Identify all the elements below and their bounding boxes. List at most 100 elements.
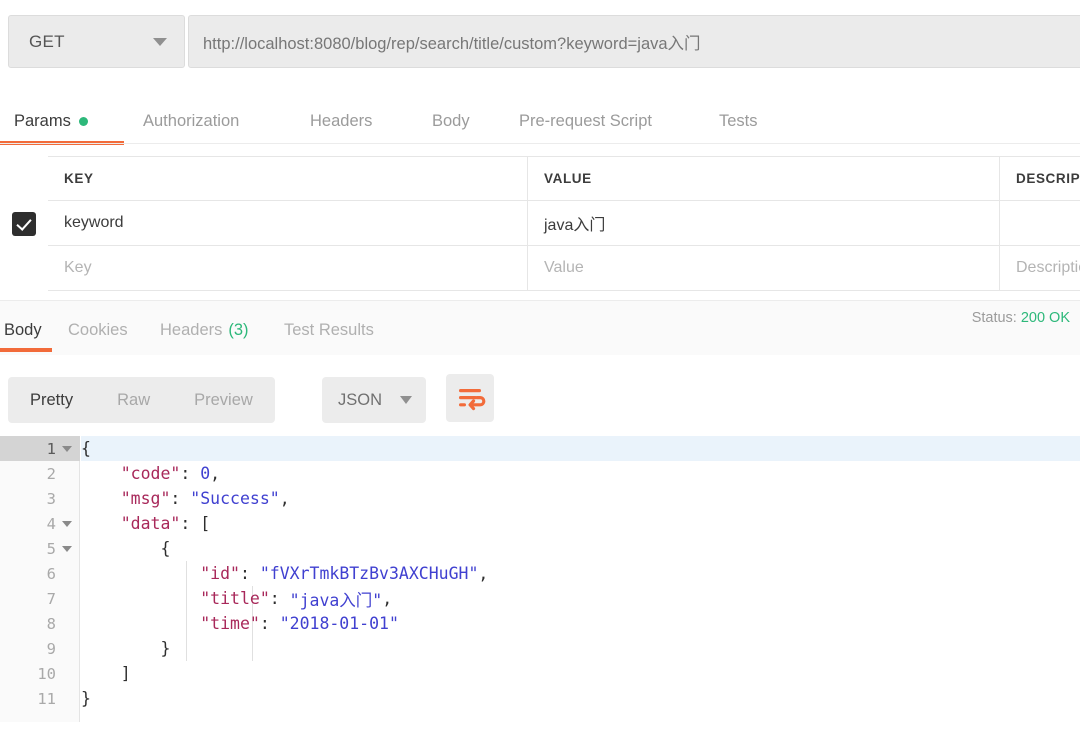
response-tab-cookies[interactable]: Cookies [68, 315, 128, 345]
chevron-down-icon [153, 38, 167, 46]
json-token-str: "Success" [190, 489, 279, 508]
param-value-input-empty[interactable]: Value [528, 246, 1000, 291]
request-url-text: http://localhost:8080/blog/rep/search/ti… [203, 30, 701, 54]
line-number: 6 [0, 561, 80, 586]
params-empty-checkbox-cell [0, 246, 48, 291]
param-key-input-empty[interactable]: Key [48, 246, 528, 291]
fold-toggle-icon[interactable] [60, 546, 74, 552]
status-code: 200 OK [1021, 310, 1070, 326]
table-row: Key Value Description [0, 246, 1080, 291]
response-tab-label: Headers [160, 321, 222, 340]
param-description-input-empty[interactable]: Description [1000, 246, 1080, 291]
code-line: ] [81, 661, 1080, 686]
tab-authorization[interactable]: Authorization [143, 98, 239, 144]
fold-toggle-icon[interactable] [60, 521, 74, 527]
response-language-dropdown[interactable]: JSON [322, 377, 426, 423]
line-number-value: 5 [47, 540, 56, 558]
request-tab-label: Body [432, 112, 470, 131]
json-token-key: "time" [200, 614, 260, 633]
request-tab-label: Params [14, 112, 71, 131]
response-tab-body[interactable]: Body [4, 315, 42, 345]
response-body-viewer[interactable]: 1 2 3 4 5 6 7 8 9 10 11 { "code": 0, "msg": "Succe… [0, 436, 1080, 731]
json-token-pun: { [81, 539, 170, 558]
tab-pre-request-script[interactable]: Pre-request Script [519, 98, 652, 144]
params-row-checkbox-cell [0, 201, 48, 246]
tab-tests[interactable]: Tests [719, 98, 758, 144]
fold-toggle-icon[interactable] [60, 446, 74, 452]
json-token-pun: : [270, 589, 290, 608]
code-line: "data": [ [81, 511, 1080, 536]
http-method-dropdown[interactable]: GET [8, 15, 185, 68]
json-token-pun: , [478, 564, 488, 583]
param-enabled-checkbox[interactable] [12, 212, 36, 236]
line-number-value: 7 [47, 590, 56, 608]
json-token-key: "id" [200, 564, 240, 583]
json-token-pun: : [240, 564, 260, 583]
table-row: keyword java入门 [0, 201, 1080, 246]
tab-params[interactable]: Params [14, 98, 88, 144]
unsaved-changes-dot-icon [79, 117, 88, 126]
view-mode-raw[interactable]: Raw [95, 377, 172, 423]
line-number: 11 [0, 686, 80, 711]
view-mode-preview[interactable]: Preview [172, 377, 275, 423]
param-description-input[interactable] [1000, 201, 1080, 246]
request-url-bar: GET http://localhost:8080/blog/rep/searc… [0, 0, 1080, 85]
response-view-mode-group: PrettyRawPreview [8, 377, 275, 423]
json-token-key: "data" [121, 514, 181, 533]
line-number: 4 [0, 511, 80, 536]
request-url-input[interactable]: http://localhost:8080/blog/rep/search/ti… [188, 15, 1080, 68]
json-token-pun: } [81, 639, 170, 658]
json-token-pun: , [210, 464, 220, 483]
code-line: "id": "fVXrTmkBTzBv3AXCHuGH", [81, 561, 1080, 586]
json-token-pun [81, 564, 200, 583]
line-number: 9 [0, 636, 80, 661]
line-number: 2 [0, 461, 80, 486]
json-token-pun: : [260, 614, 280, 633]
json-token-pun: : [ [180, 514, 210, 533]
json-token-pun: : [170, 489, 190, 508]
param-value-input[interactable]: java入门 [528, 201, 1000, 246]
line-number: 10 [0, 661, 80, 686]
request-tab-bar: Params Authorization Headers Body Pre-reques… [0, 98, 1080, 144]
word-wrap-button[interactable] [446, 374, 494, 422]
json-token-pun [81, 489, 121, 508]
line-number-value: 2 [47, 465, 56, 483]
params-header-row: KEY VALUE DESCRIPTION [0, 156, 1080, 201]
params-header-key: KEY [48, 156, 528, 201]
code-line: "code": 0, [81, 461, 1080, 486]
response-tab-headers[interactable]: Headers(3) [160, 315, 249, 345]
line-number-value: 9 [47, 640, 56, 658]
response-active-tab-indicator [0, 348, 52, 352]
query-params-table: KEY VALUE DESCRIPTION keyword java入门 Key… [0, 156, 1080, 292]
response-tab-label: Test Results [284, 321, 374, 340]
response-tab-test-results[interactable]: Test Results [284, 315, 374, 345]
tab-headers[interactable]: Headers [310, 98, 372, 144]
code-line: { [81, 536, 1080, 561]
param-key-input[interactable]: keyword [48, 201, 528, 246]
json-token-pun: ] [81, 664, 131, 683]
tab-body[interactable]: Body [432, 98, 470, 144]
json-token-str: "java入门" [290, 587, 383, 611]
line-number-value: 4 [47, 515, 56, 533]
line-number: 5 [0, 536, 80, 561]
code-line: } [81, 686, 1080, 711]
line-number: 7 [0, 586, 80, 611]
status-badge: Status:200 OK [972, 310, 1070, 326]
request-tab-label: Authorization [143, 112, 239, 131]
code-line: "msg": "Success", [81, 486, 1080, 511]
json-token-pun: , [382, 589, 392, 608]
line-number: 1 [0, 436, 80, 461]
line-number: 3 [0, 486, 80, 511]
json-token-key: "msg" [121, 489, 171, 508]
line-number-value: 10 [37, 665, 56, 683]
code-line: "title": "java入门", [81, 586, 1080, 611]
request-tab-label: Tests [719, 112, 758, 131]
line-number: 8 [0, 611, 80, 636]
http-method-label: GET [29, 32, 65, 52]
json-token-num: 0 [200, 464, 210, 483]
view-mode-pretty[interactable]: Pretty [8, 377, 95, 423]
json-token-pun [81, 614, 200, 633]
code-line: { [81, 436, 1080, 461]
params-header-value: VALUE [528, 156, 1000, 201]
code-line: "time": "2018-01-01" [81, 611, 1080, 636]
